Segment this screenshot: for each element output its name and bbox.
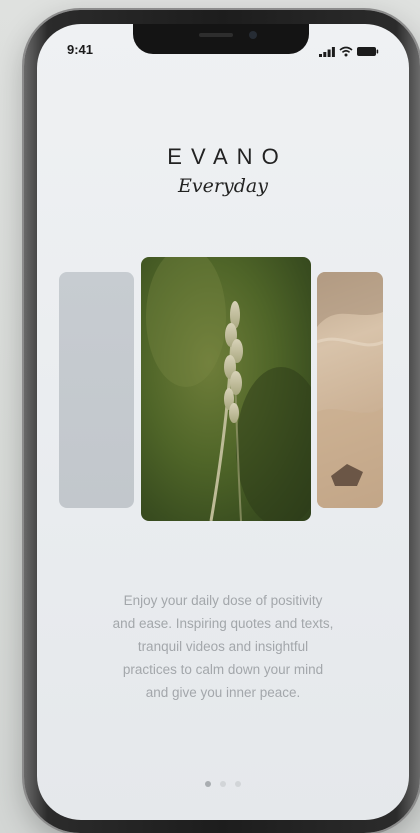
description-line: and give you inner peace. — [145, 685, 301, 700]
notch — [133, 24, 309, 54]
onboarding-description: Enjoy your daily dose of positivity and … — [89, 589, 357, 704]
brand-tagline: Everyday — [178, 175, 268, 197]
battery-icon — [357, 44, 379, 62]
carousel-card-sand-photo[interactable] — [317, 272, 383, 508]
wifi-icon — [339, 44, 353, 62]
page-dot-1[interactable] — [205, 781, 211, 787]
description-line: Enjoy your daily dose of positivity — [123, 593, 323, 608]
status-time: 9:41 — [67, 42, 94, 57]
carousel-card-blank[interactable] — [59, 272, 134, 508]
sand-photo — [317, 272, 383, 508]
page-dot-3[interactable] — [235, 781, 241, 787]
page-dot-2[interactable] — [220, 781, 226, 787]
front-camera — [249, 31, 257, 39]
description-line: practices to calm down your mind — [122, 662, 324, 677]
description-line: tranquil videos and insightful — [137, 639, 309, 654]
brand-logo-text: EVANO — [167, 144, 288, 169]
pagination-dots — [37, 781, 409, 787]
signal-icon — [319, 44, 335, 62]
speaker-grille — [199, 33, 233, 37]
carousel-card-grass-photo[interactable] — [141, 257, 311, 521]
grass-photo — [146, 257, 311, 521]
description-line: and ease. Inspiring quotes and texts, — [112, 616, 334, 631]
app-screen: 9:41 EVANO Everyday Enjoy your daily dos… — [37, 24, 409, 820]
status-icons — [319, 44, 379, 62]
